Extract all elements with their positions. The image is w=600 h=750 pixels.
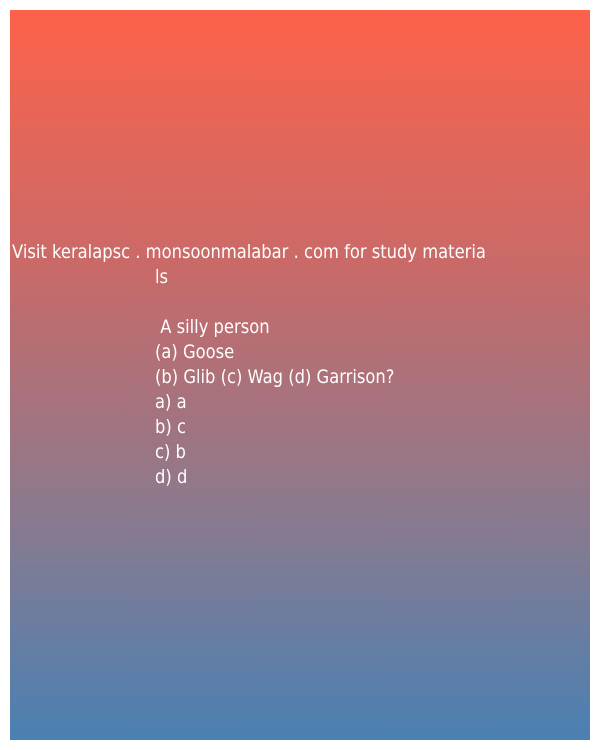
- promo-text-line2: ls: [155, 266, 169, 288]
- answer-option-b: b) c: [155, 416, 186, 438]
- answer-option-d: d) d: [155, 466, 188, 488]
- promo-text-line1: Visit keralapsc . monsoonmalabar . com f…: [12, 241, 486, 263]
- question-choice-line: (a) Goose: [155, 341, 235, 363]
- question-choice-line: (b) Glib (c) Wag (d) Garrison?: [155, 366, 395, 388]
- answer-option-a: a) a: [155, 391, 187, 413]
- answer-option-c: c) b: [155, 441, 186, 463]
- question-card: Visit keralapsc . monsoonmalabar . com f…: [10, 10, 590, 740]
- question-text: A silly person: [155, 316, 270, 338]
